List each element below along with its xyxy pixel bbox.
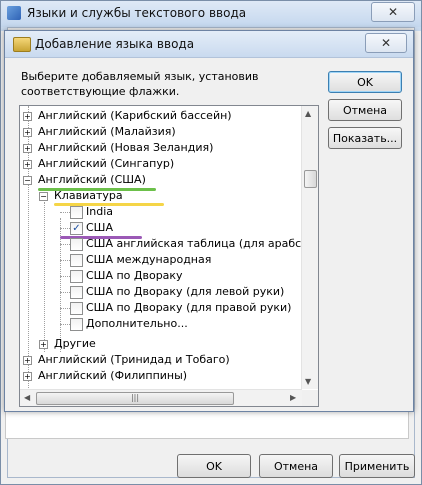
tree-item-label: Клавиатура (54, 189, 123, 202)
tree-item-label: США английская таблица (для арабск (86, 237, 308, 250)
checkbox-dvorak-right[interactable] (70, 302, 83, 315)
checkbox-usa-arabic[interactable] (70, 238, 83, 251)
dialog-preview-button[interactable]: Показать... (328, 127, 402, 149)
checkbox-dvorak-left[interactable] (70, 286, 83, 299)
tree-item-label: США по Двораку (для правой руки) (86, 301, 292, 314)
keyboard-icon (7, 6, 21, 20)
tree-item-label: США по Двораку (для левой руки) (86, 285, 285, 298)
collapse-icon[interactable]: − (23, 176, 32, 185)
folder-icon (13, 37, 31, 52)
checkbox-india[interactable] (70, 206, 83, 219)
scroll-left-icon[interactable]: ◀ (24, 393, 30, 402)
checkbox-usa-international[interactable] (70, 254, 83, 267)
tree-guide-line (60, 260, 70, 261)
expand-icon[interactable]: + (23, 160, 32, 169)
collapse-icon[interactable]: − (39, 192, 48, 201)
checkbox-usa[interactable]: ✓ (70, 222, 83, 235)
scroll-right-icon[interactable]: ▶ (290, 393, 296, 402)
checkbox-dvorak[interactable] (70, 270, 83, 283)
scrollbar-corner (302, 390, 318, 406)
outer-ok-button[interactable]: OK (177, 454, 251, 478)
tree-item-label: Английский (Тринидад и Тобаго) (38, 353, 230, 366)
dialog-ok-button[interactable]: OK (328, 71, 402, 93)
horizontal-scroll-thumb[interactable]: ||| (36, 392, 234, 405)
outer-apply-button[interactable]: Применить (339, 454, 415, 478)
outer-cancel-button[interactable]: Отмена (259, 454, 333, 478)
expand-icon[interactable]: + (23, 144, 32, 153)
expand-icon[interactable]: + (23, 112, 32, 121)
dialog-close-button[interactable]: ✕ (365, 33, 407, 53)
tree-item-label: Другие (54, 337, 96, 350)
tree-item-label: Английский (Сингапур) (38, 157, 175, 170)
tree-guide-line (60, 228, 70, 229)
tree-guide-line (60, 308, 70, 309)
tree-item-label: India (86, 205, 113, 218)
language-tree[interactable]: + Английский (Карибский бассейн) + Англи… (19, 105, 319, 407)
tree-item-label: США (86, 221, 113, 234)
tree-guide-line (60, 244, 70, 245)
expand-icon[interactable]: + (39, 340, 48, 349)
tree-item-label: США международная (86, 253, 212, 266)
outer-titlebar: Языки и службы текстового ввода ✕ (1, 1, 421, 27)
outer-close-button[interactable]: ✕ (371, 2, 415, 22)
dialog-cancel-button[interactable]: Отмена (328, 99, 402, 121)
tree-item-label: Английский (Новая Зеландия) (38, 141, 214, 154)
tree-item-label: США по Двораку (86, 269, 183, 282)
expand-icon[interactable]: + (23, 128, 32, 137)
expand-icon[interactable]: + (23, 372, 32, 381)
add-input-language-dialog: Добавление языка ввода ✕ Выберите добавл… (4, 30, 414, 412)
tree-guide-line (60, 276, 70, 277)
tree-guide-line (60, 212, 70, 213)
expand-icon[interactable]: + (23, 356, 32, 365)
horizontal-scrollbar[interactable]: ◀ ||| ▶ (20, 389, 302, 406)
dialog-instructions: Выберите добавляемый язык, установив соо… (21, 70, 259, 98)
outer-window-title: Языки и службы текстового ввода (27, 6, 247, 20)
dialog-titlebar: Добавление языка ввода ✕ (5, 31, 413, 58)
scroll-down-icon[interactable]: ▼ (305, 377, 311, 386)
tree-item-label: Дополнительно... (86, 317, 188, 330)
tree-item-label: Английский (США) (38, 173, 146, 186)
tree-item-label: Английский (Карибский бассейн) (38, 109, 232, 122)
vertical-scroll-thumb[interactable] (304, 170, 317, 188)
tree-item-label: Английский (Малайзия) (38, 125, 176, 138)
tree-guide-line (60, 292, 70, 293)
scroll-up-icon[interactable]: ▲ (305, 109, 311, 118)
tree-guide-line (44, 202, 45, 352)
dialog-title: Добавление языка ввода (35, 37, 195, 51)
tree-item-label: Английский (Филиппины) (38, 369, 188, 382)
tree-guide-line (60, 324, 70, 325)
vertical-scrollbar[interactable]: ▲ ▼ (301, 106, 318, 389)
checkbox-more[interactable] (70, 318, 83, 331)
